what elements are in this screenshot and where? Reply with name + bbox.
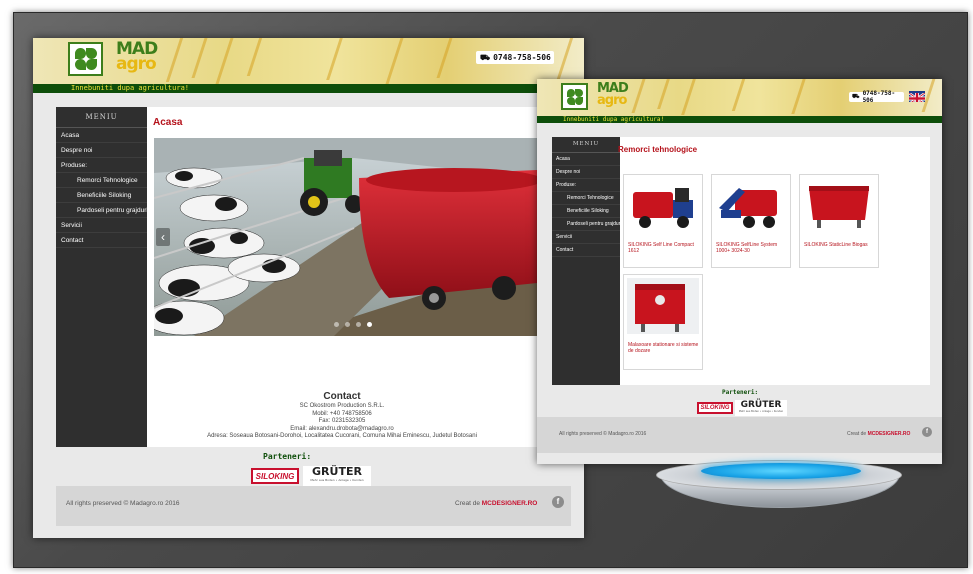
sidebar-item-acasa[interactable]: Acasa	[56, 128, 147, 143]
designer-credit: Creat de MCDESIGNER.RO	[455, 500, 537, 507]
facebook-icon[interactable]: f	[552, 496, 564, 508]
product-image[interactable]	[803, 178, 875, 234]
slider-dot[interactable]	[334, 322, 339, 327]
partners-title: Parteneri:	[263, 452, 312, 461]
phone-number: ⛟ 0748-758-506	[476, 51, 554, 64]
contact-mobile: Mobil: +40 748758506	[312, 410, 372, 417]
tagline: Innebuniti dupa agricultura!	[33, 84, 584, 93]
main-content: Remorci tehnologice SILOKING Self Line C…	[618, 137, 930, 385]
product-caption[interactable]: SILOKING StaticLine Biogas	[804, 242, 878, 248]
sidebar-item-produse[interactable]: Produse:	[56, 158, 147, 173]
sidebar-item-pardoseli-pentru-grajduri[interactable]: Pardoseli pentru grajduri	[56, 203, 147, 218]
gruter-slogan: Mehr aus Boden • Anlage • Kunden	[310, 478, 364, 482]
copyright-text: All rights preserved © Madagro.ro 2016	[559, 431, 647, 437]
chevron-left-icon[interactable]: ‹	[156, 228, 170, 246]
site-products-page: MAD agro ⛟ 0748-758-506 Innebuniti dupa …	[537, 79, 942, 464]
image-slider[interactable]: ‹	[154, 138, 537, 336]
sidebar-item-pardoseli-pentru-grajduri[interactable]: Pardoseli pentru grajduri	[552, 218, 620, 231]
tagline: Innebuniti dupa agricultura!	[537, 116, 942, 123]
phone-text: 0748-758-506	[862, 90, 896, 104]
site-header: MAD agro ⛟ 0748-758-506	[33, 38, 584, 84]
site-header: MAD agro ⛟ 0748-758-506	[537, 79, 942, 116]
clover-logo-icon[interactable]	[561, 83, 588, 110]
logo-text[interactable]: MAD agro	[597, 82, 629, 106]
sidebar-item-servicii[interactable]: Servicii	[56, 218, 147, 233]
phone-text: 0748-758-506	[493, 53, 551, 62]
tractor-icon: ⛟	[852, 93, 860, 100]
product-image[interactable]	[715, 178, 787, 234]
slider-dot-active[interactable]	[367, 322, 372, 327]
site-footer: All rights preserved © Madagro.ro 2016 C…	[537, 417, 942, 453]
sidebar-item-despre-noi[interactable]: Despre noi	[56, 143, 147, 158]
contact-heading: Contact	[323, 391, 361, 402]
sidebar-item-produse[interactable]: Produse:	[552, 179, 620, 192]
sidebar-item-remorci-tehnologice[interactable]: Remorci Tehnologice	[552, 192, 620, 205]
sidebar-item-acasa[interactable]: Acasa	[552, 153, 620, 166]
contact-email[interactable]: Email: alexandru.drobota@madagro.ro	[147, 426, 537, 434]
designer-credit: Creat de MCDESIGNER.RO	[847, 431, 910, 437]
siloking-partner-logo[interactable]: SILOKING	[251, 468, 299, 484]
display-stand-glow	[701, 463, 861, 479]
created-by-label: Creat de	[847, 431, 867, 437]
product-caption[interactable]: Malaxoare stationare si sisteme de dozar…	[628, 342, 702, 354]
copyright-text: All rights preserved © Madagro.ro 2016	[66, 500, 180, 507]
clover-logo-icon[interactable]	[68, 42, 103, 76]
tractor-icon: ⛟	[480, 52, 491, 62]
product-image[interactable]	[627, 278, 699, 334]
product-card[interactable]: SILOKING SelfLine System 1000+ 3024-30	[711, 174, 791, 268]
siloking-partner-logo[interactable]: SILOKING	[697, 402, 733, 414]
slider-dots	[334, 322, 372, 327]
site-footer: All rights preserved © Madagro.ro 2016 C…	[56, 486, 571, 526]
barn-feed-mixer-photo	[154, 138, 537, 336]
created-by-label: Creat de	[455, 500, 480, 507]
page-title: Acasa	[153, 117, 183, 128]
sidebar-item-remorci-tehnologice[interactable]: Remorci Tehnologice	[56, 173, 147, 188]
slider-dot[interactable]	[356, 322, 361, 327]
product-caption[interactable]: SILOKING Self Line Compact 1612	[628, 242, 702, 254]
product-card[interactable]: SILOKING StaticLine Biogas	[799, 174, 879, 268]
sidebar-item-servicii[interactable]: Servicii	[552, 231, 620, 244]
contact-fax: Fax: 0231532305	[318, 418, 366, 424]
partners-title: Parteneri:	[722, 389, 759, 396]
slider-dot[interactable]	[345, 322, 350, 327]
logo-text[interactable]: MAD agro	[116, 40, 158, 73]
product-card[interactable]: SILOKING Self Line Compact 1612	[623, 174, 703, 268]
gruter-partner-logo[interactable]: GRÜTER Mehr aus Boden • Anlage • Kunden	[303, 466, 371, 486]
sidebar-item-despre-noi[interactable]: Despre noi	[552, 166, 620, 179]
designer-link[interactable]: MCDESIGNER.RO	[482, 500, 538, 507]
gruter-name: GRÜTER	[740, 400, 782, 410]
sidebar-item-contact[interactable]: Contact	[56, 233, 147, 248]
sidebar-menu: MENIU Acasa Despre noi Produse: Remorci Teh…	[552, 137, 620, 385]
product-card[interactable]: Malaxoare stationare si sisteme de dozar…	[623, 274, 703, 370]
sidebar-menu: MENIU Acasa Despre noi Produse: Remorci Teh…	[56, 107, 147, 447]
phone-number: ⛟ 0748-758-506	[849, 90, 904, 104]
contact-block: Contact SC Okostrom Production S.R.L. Mo…	[147, 390, 537, 441]
contact-company: SC Okostrom Production S.R.L.	[299, 403, 385, 409]
sidebar-item-contact[interactable]: Contact	[552, 244, 620, 257]
product-caption[interactable]: SILOKING SelfLine System 1000+ 3024-30	[716, 242, 790, 254]
sidebar-item-beneficiile-siloking[interactable]: Beneficiile Siloking	[56, 188, 147, 203]
facebook-icon[interactable]: f	[922, 427, 932, 437]
gruter-slogan: Mehr aus Boden • Anlage • Kunden	[738, 410, 784, 413]
menu-title: MENIU	[56, 107, 147, 128]
product-image[interactable]	[627, 178, 699, 234]
contact-address: Adresa: Soseaua Botosani-Dorohoi, Locali…	[207, 433, 477, 439]
sidebar-item-beneficiile-siloking[interactable]: Beneficiile Siloking	[552, 205, 620, 218]
gruter-partner-logo[interactable]: GRÜTER Mehr aus Boden • Anlage • Kunden	[735, 400, 787, 416]
uk-flag-icon[interactable]	[909, 91, 925, 102]
designer-link[interactable]: MCDESIGNER.RO	[868, 431, 911, 437]
page-title: Remorci tehnologice	[618, 145, 698, 154]
gruter-name: GRÜTER	[312, 465, 362, 478]
site-homepage: MAD agro ⛟ 0748-758-506 Innebuniti dupa …	[33, 38, 584, 538]
menu-title: MENIU	[552, 137, 620, 153]
main-content: Acasa ‹ Contact SC Okostrom Production S…	[147, 107, 537, 447]
